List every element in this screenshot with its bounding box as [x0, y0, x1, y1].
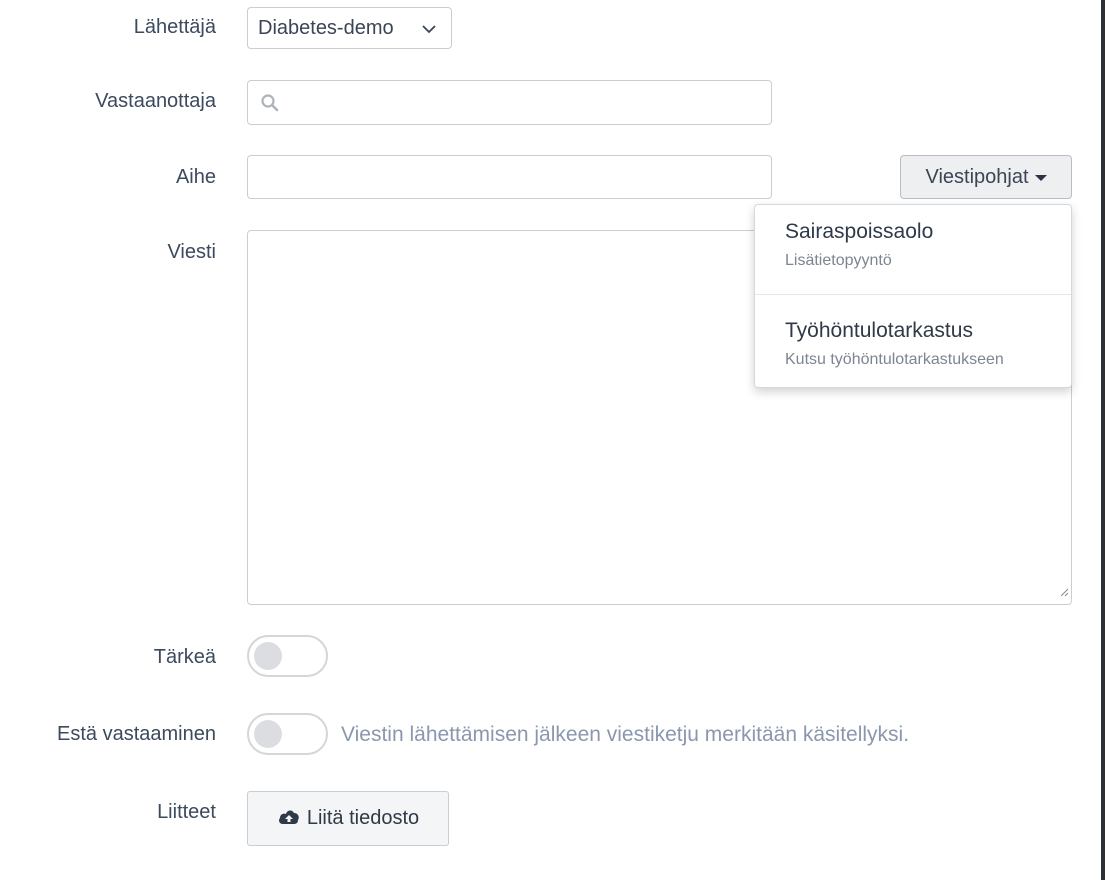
template-title: Sairaspoissaolo [785, 220, 934, 243]
prevent-reply-toggle[interactable] [247, 713, 328, 755]
templates-button[interactable]: Viestipohjat [900, 155, 1072, 199]
recipient-search-input[interactable] [247, 80, 772, 125]
sender-label: Lähettäjä [133, 16, 216, 38]
template-item-sairaspoissaolo[interactable]: Sairaspoissaolo Lisätietopyyntö [755, 219, 1071, 271]
template-subtitle: Lisätietopyyntö [785, 252, 892, 269]
sender-select[interactable]: Diabetes-demo [247, 7, 452, 49]
caret-down-icon [1034, 175, 1047, 181]
template-title: Työhöntulotarkastus [785, 319, 973, 342]
chevron-down-icon [421, 20, 437, 43]
important-label: Tärkeä [153, 646, 216, 668]
search-icon [260, 93, 280, 118]
important-toggle[interactable] [247, 635, 328, 677]
templates-button-label: Viestipohjat [925, 165, 1029, 188]
resize-handle-icon[interactable] [1059, 584, 1069, 602]
toggle-knob [254, 720, 282, 748]
recipient-label: Vastaanottaja [95, 90, 216, 112]
template-subtitle: Kutsu työhöntulotarkastukseen [785, 351, 1004, 368]
subject-label: Aihe [175, 166, 216, 188]
window-edge [1101, 0, 1105, 880]
prevent-reply-hint: Viestin lähettämisen jälkeen viestiketju… [341, 723, 910, 746]
attachments-label: Liitteet [157, 801, 216, 823]
attach-file-button[interactable]: Liitä tiedosto [247, 791, 449, 846]
subject-input[interactable] [247, 155, 772, 199]
templates-dropdown-menu: Sairaspoissaolo Lisätietopyyntö Työhöntu… [754, 204, 1072, 388]
prevent-reply-label: Estä vastaaminen [57, 723, 216, 745]
attach-file-label: Liitä tiedosto [306, 807, 420, 829]
dropdown-divider [755, 294, 1071, 295]
toggle-knob [254, 642, 282, 670]
sender-value: Diabetes-demo [258, 16, 394, 39]
template-item-tyohontulotarkastus[interactable]: Työhöntulotarkastus Kutsu työhöntulotark… [755, 318, 1071, 370]
message-label: Viesti [167, 241, 216, 263]
cloud-upload-icon [277, 807, 301, 831]
